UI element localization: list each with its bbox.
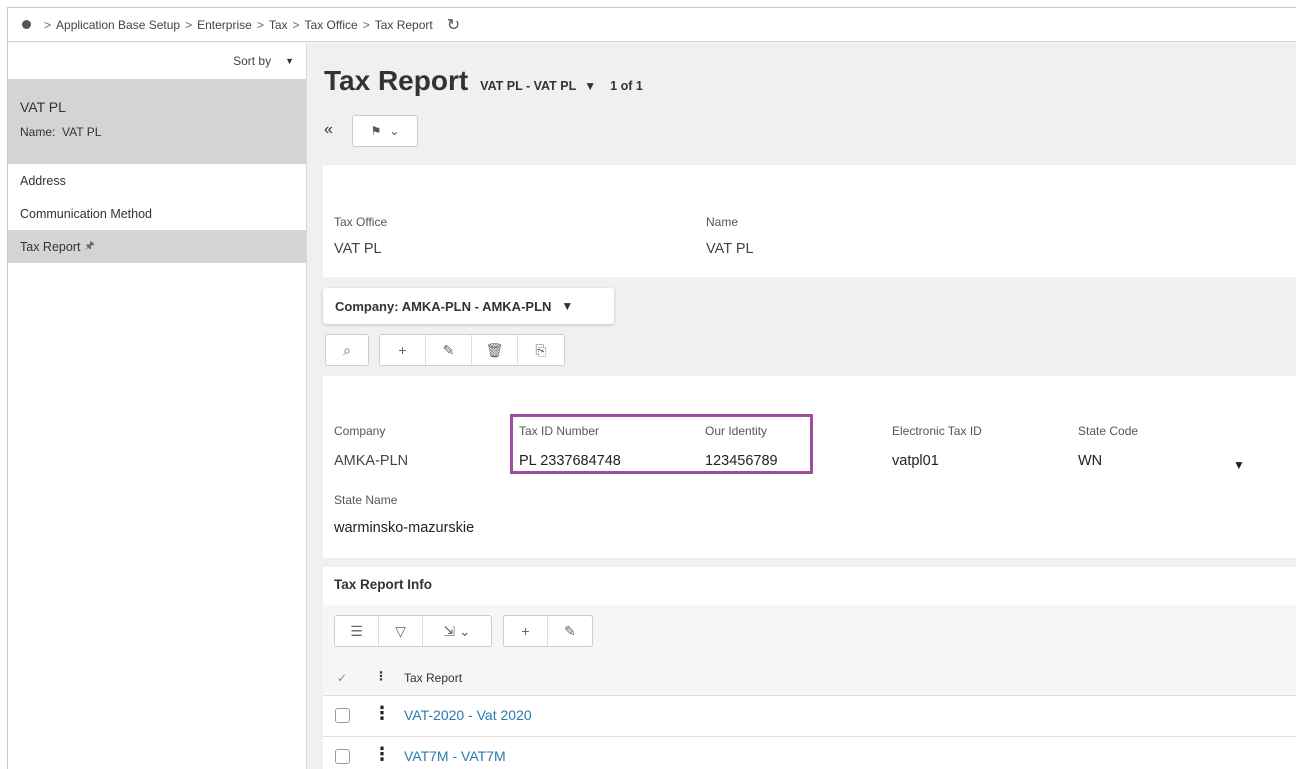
home-dot-icon[interactable] [22, 20, 31, 29]
breadcrumb-separator: > [44, 17, 52, 32]
caret-down-icon: ▼ [285, 56, 294, 66]
breadcrumb-item[interactable]: Enterprise [197, 18, 252, 32]
breadcrumb-item[interactable]: Tax [269, 18, 288, 32]
breadcrumb-separator: > [256, 17, 264, 32]
app-frame: > Application Base Setup > Enterprise > … [7, 7, 1296, 769]
company-selector-label: Company: AMKA-PLN - AMKA-PLN [335, 298, 552, 314]
state-code-label: State Code [1078, 424, 1139, 438]
state-code-value[interactable]: WN [1078, 453, 1102, 469]
name-value: VAT PL [706, 241, 754, 257]
breadcrumb-item[interactable]: Application Base Setup [56, 18, 180, 32]
edit-pencil-icon[interactable]: ✎ [548, 616, 592, 646]
state-name-value: warminsko-mazurskie [334, 520, 475, 536]
breadcrumb-item[interactable]: Tax Office [305, 18, 358, 32]
tax-office-panel: Tax Office VAT PL Name VAT PL [323, 165, 1296, 277]
export-menu-icon[interactable]: ⇲ ⌄ [423, 616, 491, 646]
sort-by-label: Sort by [233, 54, 272, 68]
table-row[interactable]: ⋮ VAT-2020 - Vat 2020 [323, 695, 1296, 735]
delete-trash-icon[interactable]: 🗑 [472, 335, 518, 365]
list-view-toolgroup: ☰ ▽ ⇲ ⌄ [334, 615, 492, 647]
state-code-caret-icon[interactable]: ▼ [1233, 458, 1245, 472]
panel-header-band [323, 376, 1296, 414]
sidebar-item-tax-report[interactable]: Tax Report 🖈 [8, 230, 306, 263]
row-menu-icon[interactable]: ⋮ [373, 744, 391, 765]
edit-pencil-icon[interactable]: ✎ [426, 335, 472, 365]
column-menu-icon[interactable]: ⋮ [375, 669, 387, 683]
list-details-icon[interactable]: ☰ [335, 616, 379, 646]
sidebar-item-label: Tax Report [20, 239, 81, 254]
chevron-down-icon: ⌄ [389, 124, 400, 138]
selected-record-name: Name: VAT PL [20, 125, 102, 139]
add-icon[interactable]: + [380, 335, 426, 365]
sidebar-item-communication-method[interactable]: Communication Method [8, 197, 306, 230]
company-label: Company [334, 424, 386, 438]
filter-icon[interactable]: ▽ [379, 616, 423, 646]
table-row[interactable]: ⋮ VAT7M - VAT7M [323, 736, 1296, 769]
row-checkbox[interactable] [335, 749, 350, 764]
highlight-box [510, 414, 813, 474]
name-label: Name [706, 215, 739, 229]
search-toolgroup: ⌕ [325, 334, 369, 366]
flag-icon: ⚑ [370, 124, 382, 138]
row-link[interactable]: VAT7M - VAT7M [404, 748, 506, 764]
sort-by-control[interactable]: Sort by ▼ [8, 43, 306, 79]
breadcrumb: > Application Base Setup > Enterprise > … [8, 8, 1296, 42]
record-count: 1 of 1 [610, 79, 643, 93]
breadcrumb-separator: > [292, 17, 300, 32]
add-icon[interactable]: + [504, 616, 548, 646]
row-link[interactable]: VAT-2020 - Vat 2020 [404, 707, 532, 723]
selected-record-card[interactable]: VAT PL Name: VAT PL [8, 79, 306, 164]
company-selector[interactable]: Company: AMKA-PLN - AMKA-PLN ▼ [323, 288, 614, 324]
page-title: Tax Report [324, 65, 469, 96]
sidebar-item-address[interactable]: Address [8, 164, 306, 197]
list-actions-toolgroup: + ✎ [503, 615, 593, 647]
tax-office-value: VAT PL [334, 241, 382, 257]
select-all-check-icon[interactable]: ✓ [337, 671, 347, 685]
selected-record-title: VAT PL [20, 99, 66, 115]
electronic-tax-id-value: vatpl01 [892, 453, 939, 469]
search-icon[interactable]: ⌕ [326, 335, 368, 365]
state-name-label: State Name [334, 493, 398, 507]
record-actions-toolgroup: + ✎ 🗑 ⎘ [379, 334, 565, 366]
tax-report-info-panel: Tax Report Info ☰ ▽ ⇲ ⌄ + ✎ ✓ ⋮ Tax Repo… [323, 567, 1296, 769]
list-toolbar-band: ☰ ▽ ⇲ ⌄ + ✎ ✓ ⋮ Tax Report [323, 605, 1296, 695]
record-selector[interactable]: VAT PL - VAT PL [480, 79, 576, 93]
breadcrumb-separator: > [185, 17, 193, 32]
breadcrumb-item[interactable]: Tax Report [375, 18, 433, 32]
breadcrumb-separator: > [362, 17, 370, 32]
main-content: Tax Report VAT PL - VAT PL ▼ 1 of 1 « ⚑ … [308, 43, 1296, 769]
company-value: AMKA-PLN [334, 453, 409, 469]
flag-menu-button[interactable]: ⚑ ⌄ [352, 115, 418, 147]
duplicate-icon[interactable]: ⎘ [518, 335, 564, 365]
panel-header-band [323, 165, 1296, 201]
section-title: Tax Report Info [334, 577, 433, 592]
pin-icon: 🖈 [84, 240, 95, 252]
collapse-navigator-icon[interactable]: « [324, 121, 333, 139]
refresh-icon[interactable]: ↻ [447, 15, 460, 35]
column-header-tax-report[interactable]: Tax Report [404, 671, 462, 685]
sidebar: Sort by ▼ VAT PL Name: VAT PL Address Co… [8, 43, 307, 769]
page-header: Tax Report VAT PL - VAT PL ▼ 1 of 1 [324, 65, 643, 97]
caret-down-icon: ▼ [561, 299, 574, 313]
row-menu-icon[interactable]: ⋮ [373, 703, 391, 724]
electronic-tax-id-label: Electronic Tax ID [892, 424, 982, 438]
sidebar-item-label: Address [20, 173, 66, 188]
caret-down-icon[interactable]: ▼ [584, 79, 596, 93]
tax-office-label: Tax Office [334, 215, 388, 229]
row-checkbox[interactable] [335, 708, 350, 723]
sidebar-item-label: Communication Method [20, 206, 153, 221]
